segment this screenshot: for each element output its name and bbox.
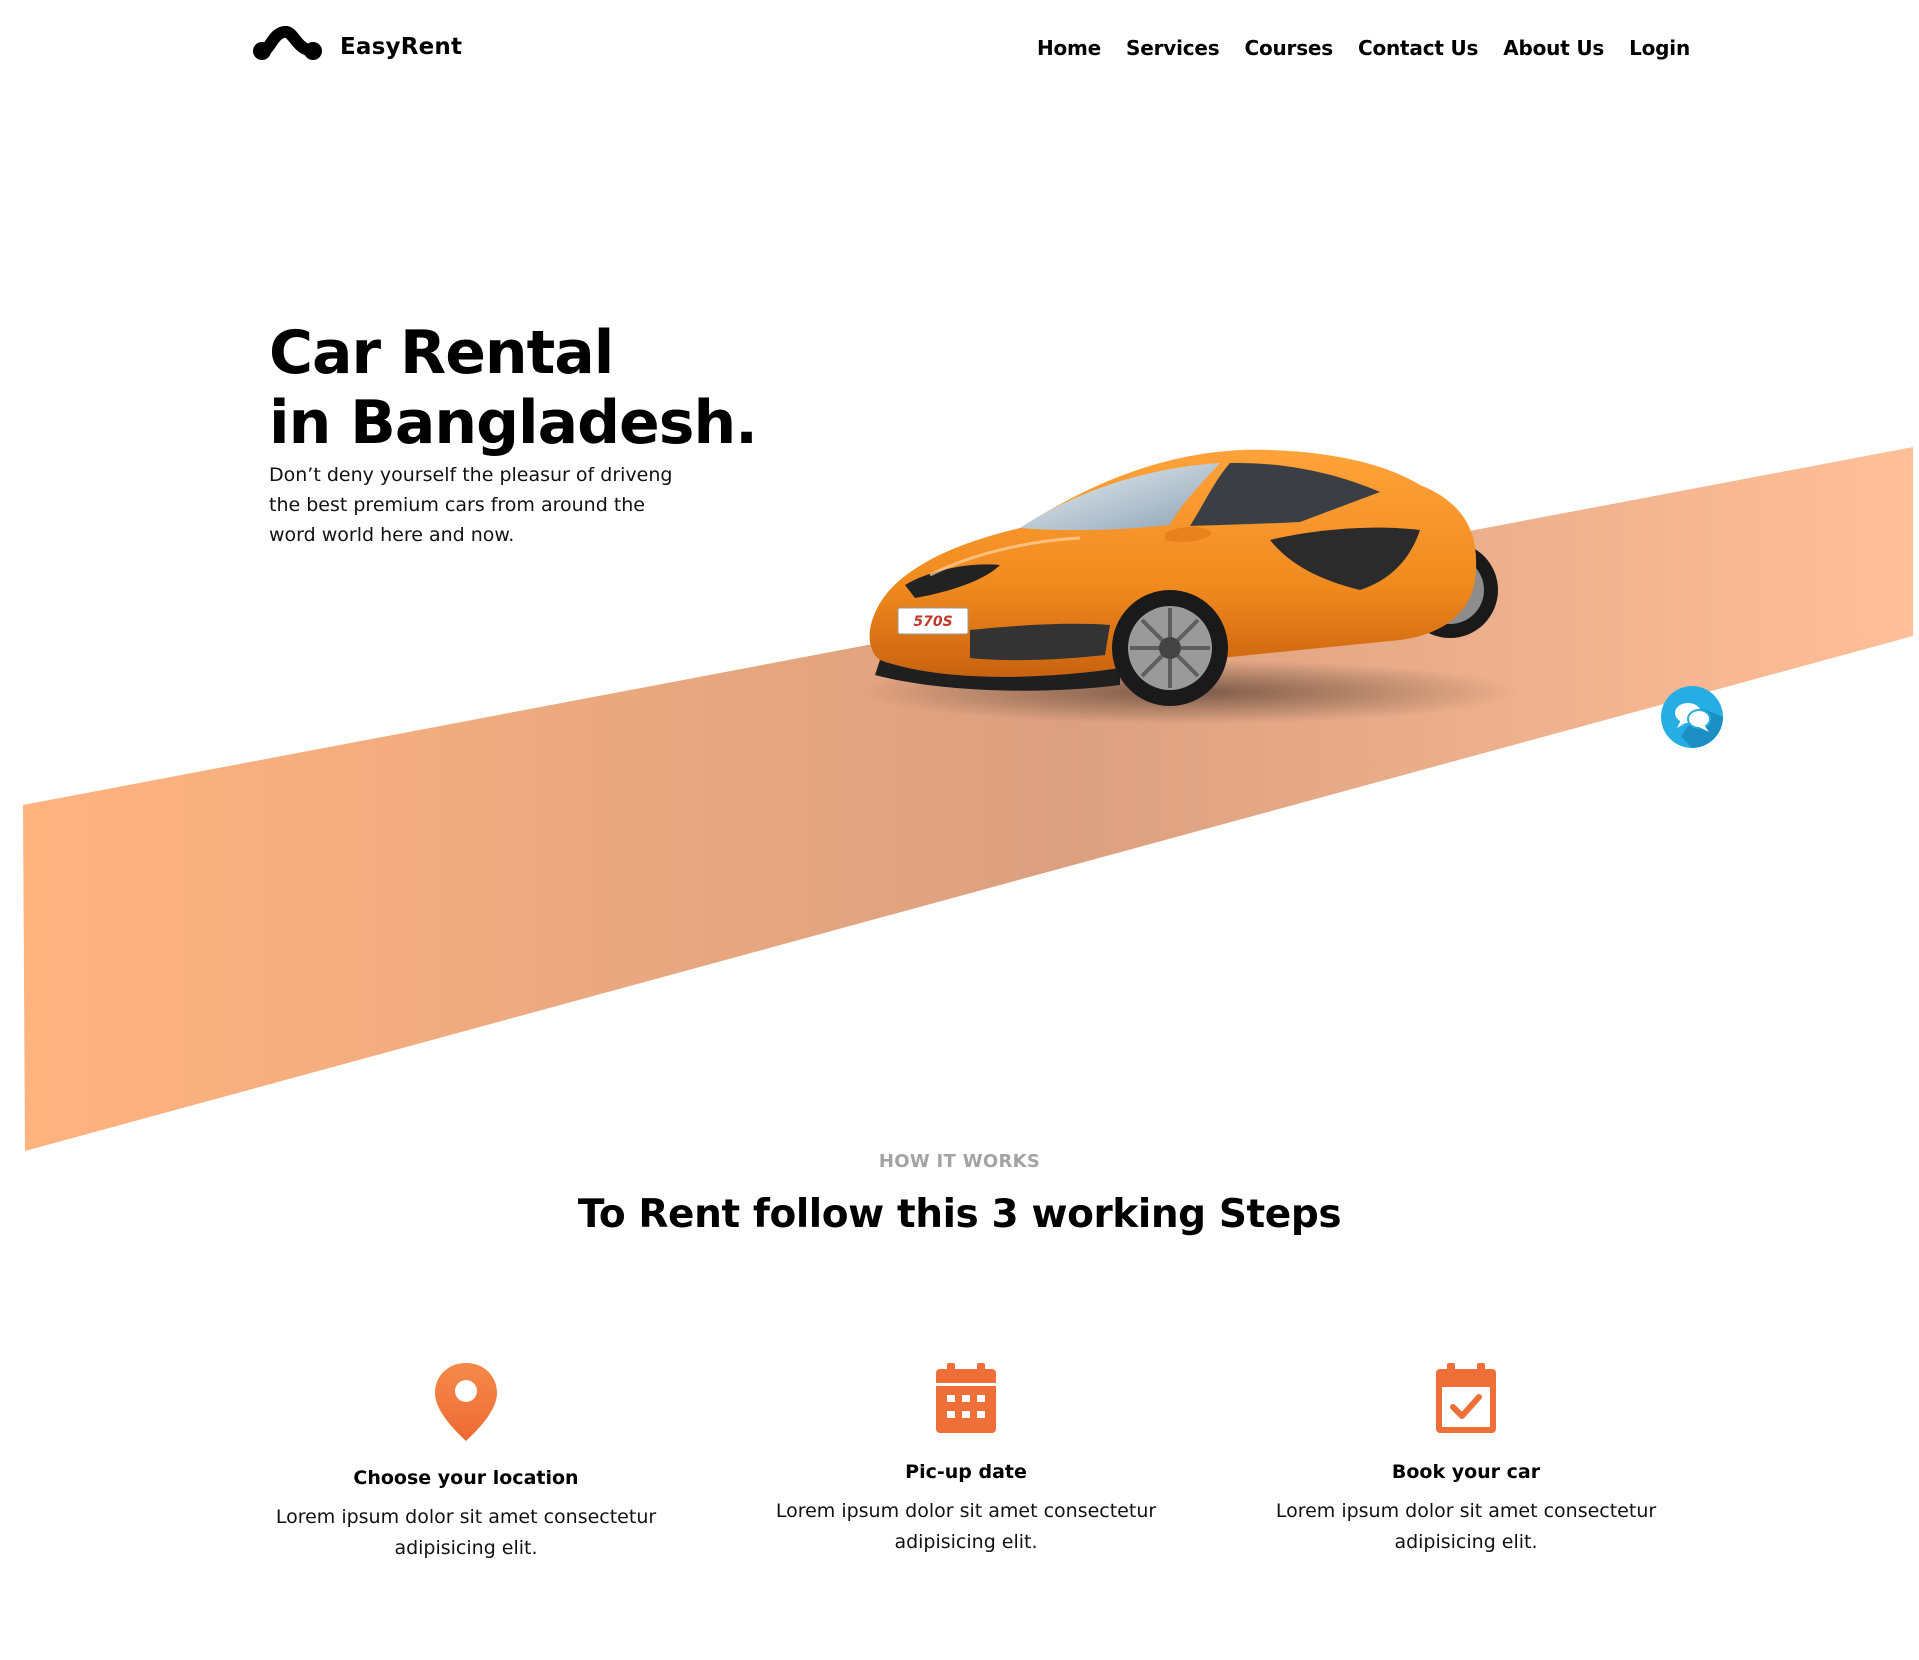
step-choose-location: Choose your location Lorem ipsum dolor s… xyxy=(246,1361,686,1564)
hero-subtitle: Don’t deny yourself the pleasur of drive… xyxy=(269,464,673,546)
chat-button[interactable] xyxy=(1661,686,1723,748)
page: EasyRent Home Services Courses Contact U… xyxy=(0,0,1919,1660)
step-text: Lorem ipsum dolor sit amet consectetur a… xyxy=(775,1500,1157,1553)
how-it-works-title: To Rent follow this 3 working Steps xyxy=(577,1192,1342,1237)
nav-courses[interactable]: Courses xyxy=(1245,36,1334,60)
nav-home[interactable]: Home xyxy=(1037,36,1101,60)
nav-services[interactable]: Services xyxy=(1126,36,1220,60)
step-book-car: Book your car Lorem ipsum dolor sit amet… xyxy=(1246,1361,1686,1558)
step-text: Lorem ipsum dolor sit amet consectetur a… xyxy=(275,1506,657,1559)
brand-logo[interactable]: EasyRent xyxy=(252,26,462,62)
nav-contact-us[interactable]: Contact Us xyxy=(1358,36,1478,60)
car-plate-text: 570S xyxy=(913,614,952,630)
calendar-icon xyxy=(936,1363,996,1433)
hero-title-line-2: in Bangladesh. xyxy=(269,388,758,458)
location-pin-icon xyxy=(435,1363,497,1441)
step-text: Lorem ipsum dolor sit amet consectetur a… xyxy=(1275,1500,1657,1553)
how-it-works-label: HOW IT WORKS xyxy=(878,1151,1041,1172)
nav-login[interactable]: Login xyxy=(1629,36,1690,60)
step-title: Choose your location xyxy=(353,1467,579,1489)
sports-car-image: 570S xyxy=(860,449,1520,724)
chat-bubbles-icon xyxy=(1675,703,1723,748)
nav-about-us[interactable]: About Us xyxy=(1503,36,1604,60)
brand-name: EasyRent xyxy=(340,34,463,60)
hero-title-line-1: Car Rental xyxy=(269,318,614,388)
step-pickup-date: Pic-up date Lorem ipsum dolor sit amet c… xyxy=(746,1361,1186,1558)
step-title: Book your car xyxy=(1391,1461,1541,1483)
main-nav: Home Services Courses Contact Us About U… xyxy=(1037,36,1690,60)
calendar-check-icon xyxy=(1436,1363,1496,1433)
step-title: Pic-up date xyxy=(905,1461,1027,1483)
hero-title: Car Rental in Bangladesh. xyxy=(269,318,829,458)
logo-mark-icon xyxy=(253,26,322,60)
